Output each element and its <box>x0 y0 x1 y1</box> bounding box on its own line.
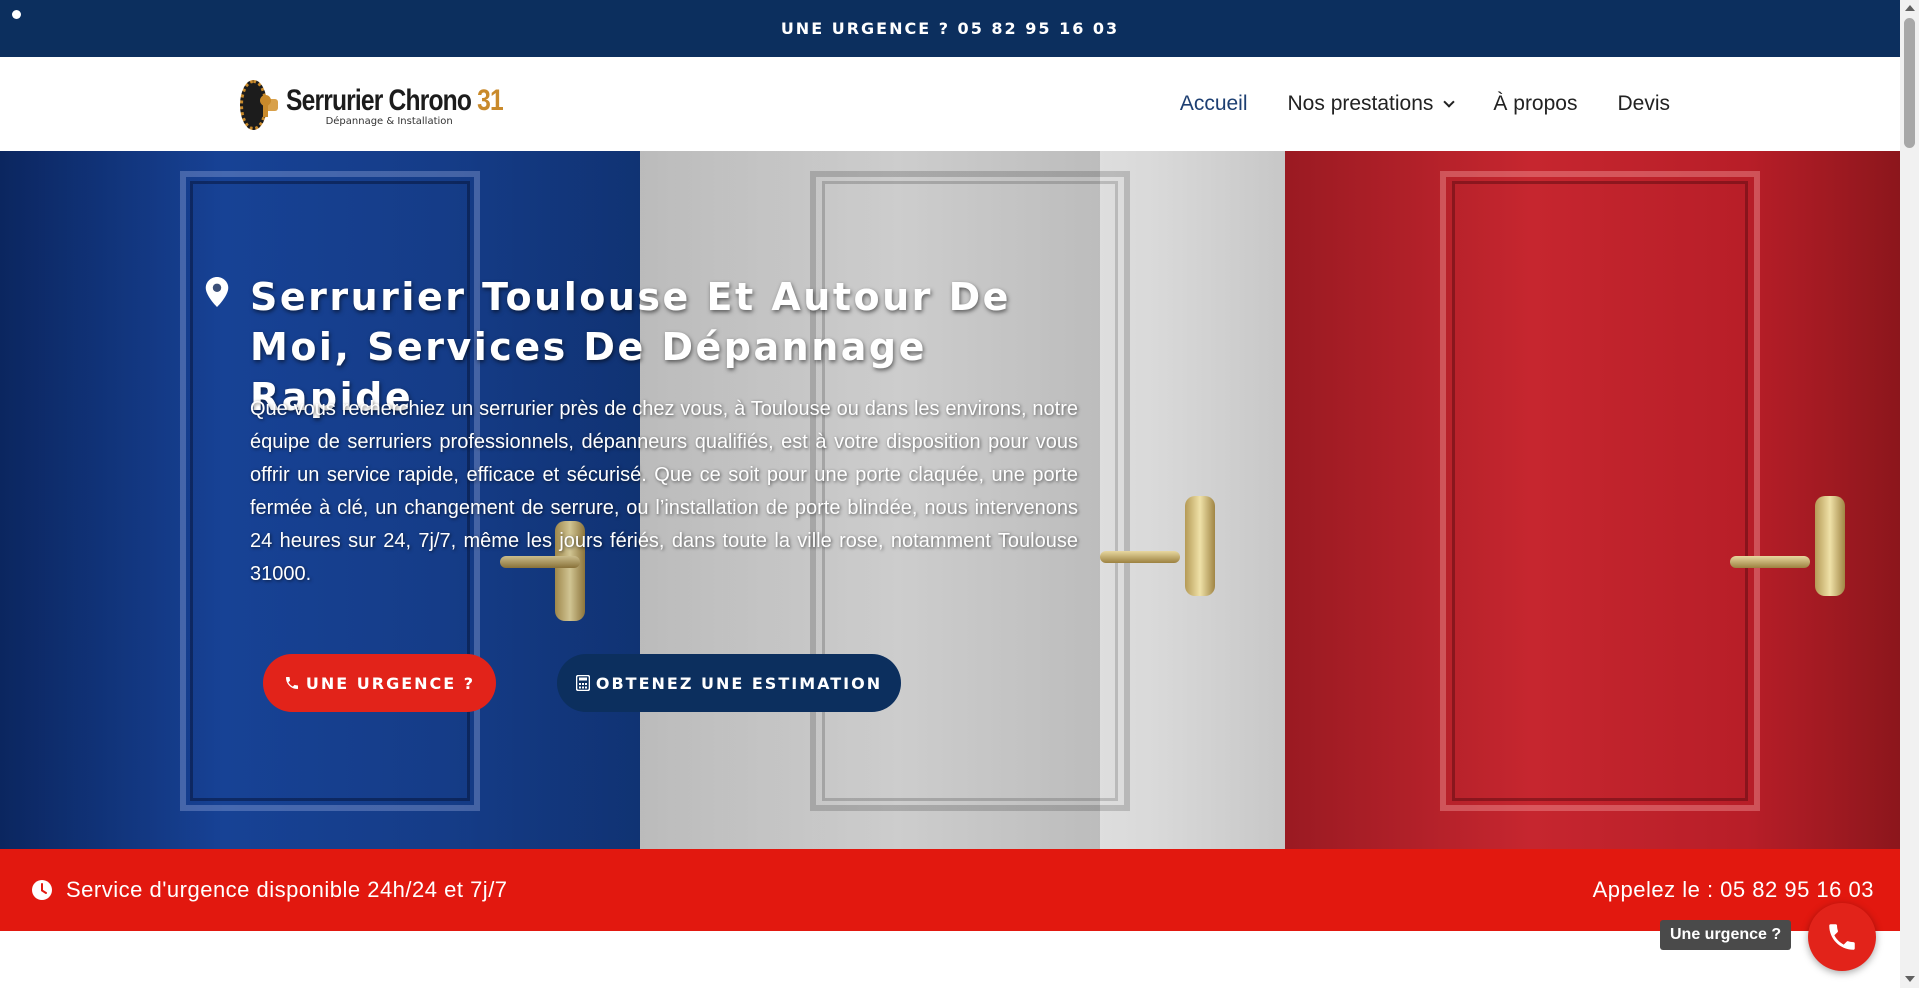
service-availability: Service d'urgence disponible 24h/24 et 7… <box>32 877 508 903</box>
vertical-scrollbar[interactable] <box>1900 0 1919 988</box>
top-announcement-bar: UNE URGENCE ? 05 82 95 16 03 <box>0 0 1900 57</box>
site-header: Serrurier Chrono 31 Dépannage & Installa… <box>0 57 1900 151</box>
door-handle-plate <box>1185 496 1215 596</box>
chevron-down-icon <box>1443 95 1456 108</box>
emergency-phone-banner[interactable]: UNE URGENCE ? 05 82 95 16 03 <box>781 19 1119 38</box>
nav-item-prestations[interactable]: Nos prestations <box>1288 92 1456 116</box>
main-nav: Accueil Nos prestations À propos Devis <box>1180 57 1670 151</box>
floating-call-label[interactable]: Une urgence ? <box>1660 920 1792 950</box>
lock-emblem-icon <box>240 80 271 130</box>
indicator-dot <box>12 10 21 19</box>
calculator-icon <box>575 675 590 691</box>
call-us-phone[interactable]: Appelez le : 05 82 95 16 03 <box>1593 877 1874 903</box>
emergency-info-strip: Service d'urgence disponible 24h/24 et 7… <box>0 849 1900 931</box>
availability-text: Service d'urgence disponible 24h/24 et 7… <box>66 877 508 902</box>
floating-call-button[interactable] <box>1808 903 1876 971</box>
scroll-thumb[interactable] <box>1904 18 1915 148</box>
phone-icon <box>285 677 298 689</box>
logo-name: Serrurier Chrono 31 <box>285 83 504 117</box>
door-frame-inner <box>1452 181 1748 801</box>
hero-description: Que vous recherchiez un serrurier près d… <box>250 398 1078 585</box>
logo-text: Serrurier Chrono 31 Dépannage & Installa… <box>286 84 550 127</box>
scroll-down-arrow-icon[interactable] <box>1905 976 1915 982</box>
nav-item-devis[interactable]: Devis <box>1617 92 1670 116</box>
map-pin-icon <box>205 277 229 307</box>
phone-icon <box>1829 924 1855 950</box>
urgent-call-button[interactable]: UNE URGENCE ? <box>263 654 496 712</box>
get-estimate-button[interactable]: OBTENEZ UNE ESTIMATION <box>557 654 901 712</box>
nav-item-accueil[interactable]: Accueil <box>1180 92 1248 116</box>
nav-item-a-propos[interactable]: À propos <box>1493 92 1577 116</box>
site-logo[interactable]: Serrurier Chrono 31 Dépannage & Installa… <box>240 75 550 135</box>
scroll-up-arrow-icon[interactable] <box>1905 5 1915 11</box>
door-handle-plate <box>1815 496 1845 596</box>
door-handle <box>1100 551 1180 563</box>
door-handle <box>1730 556 1810 568</box>
clock-icon <box>32 880 52 900</box>
